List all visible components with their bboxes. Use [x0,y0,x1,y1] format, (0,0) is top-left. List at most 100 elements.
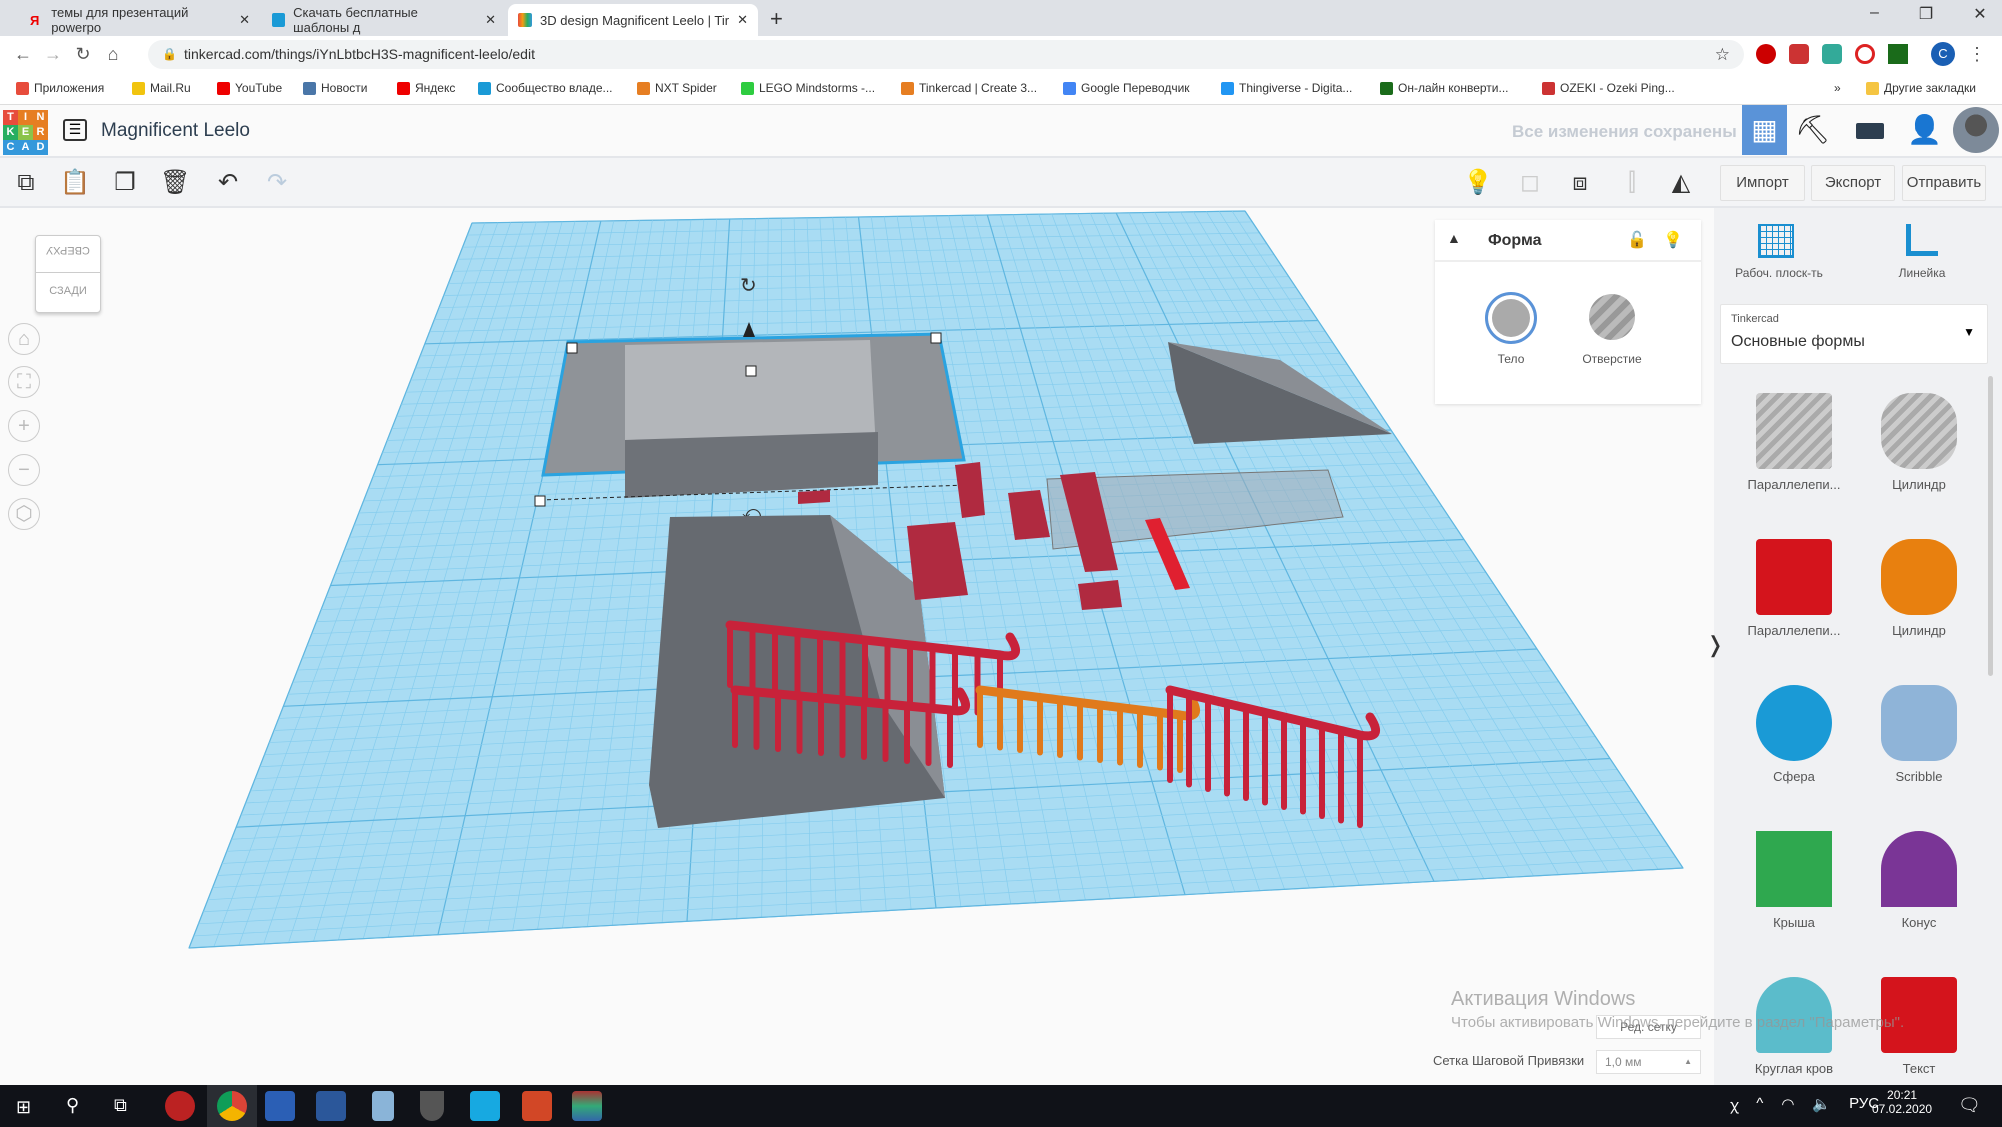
task-view-icon[interactable]: ⧉ [114,1095,127,1116]
hole-option[interactable] [1589,294,1635,340]
home-view-button[interactable]: ⌂ [8,323,40,355]
profile-avatar[interactable]: C [1931,42,1955,66]
extension-icon[interactable] [1855,44,1875,64]
send-button[interactable]: Отправить [1902,165,1986,201]
lightbulb-icon[interactable]: 💡 [1463,168,1493,198]
clock[interactable]: 20:21 07.02.2020 [1872,1088,1932,1116]
library-dropdown[interactable]: Tinkercad Основные формы ▼ [1720,304,1988,364]
reload-icon[interactable]: ↻ [68,44,98,65]
adblock-icon[interactable] [1756,44,1776,64]
3d-view-button[interactable]: ▦ [1742,105,1787,155]
redo-icon[interactable]: ↷ [262,168,292,198]
shape-item[interactable]: Сфера [1734,685,1854,784]
word-icon[interactable] [316,1091,346,1121]
extension-icon[interactable] [1789,44,1809,64]
save-app-icon[interactable] [265,1091,295,1121]
bricks-icon[interactable] [1856,123,1884,139]
bookmark-item[interactable]: LEGO Mindstorms -... [741,81,875,95]
volume-icon[interactable]: 🔈 [1812,1095,1831,1115]
lock-icon[interactable]: 🔓 [1627,230,1647,250]
invite-user-icon[interactable]: 👤 [1907,113,1942,146]
world-of-tanks-icon[interactable] [420,1091,444,1121]
minimize-button[interactable]: – [1870,4,1879,24]
scrollbar[interactable] [1988,376,1993,676]
forward-icon[interactable]: → [38,44,68,65]
bookmark-item[interactable]: Tinkercad | Create 3... [901,81,1037,95]
extension-icon[interactable] [1888,44,1908,64]
ruler-icon[interactable] [1906,224,1938,256]
duplicate-icon[interactable]: ❐ [110,168,140,198]
lightbulb-icon[interactable]: 💡 [1663,230,1683,250]
extension-icon[interactable] [1822,44,1842,64]
workplane-icon[interactable] [1758,224,1794,258]
resize-handle[interactable] [745,365,757,377]
collapse-icon[interactable]: ▲ [1447,230,1461,246]
url-field[interactable]: 🔒 tinkercad.com/things/iYnLbtbcH3S-magnif… [148,40,1744,69]
bookmark-item[interactable]: Thingiverse - Digita... [1221,81,1352,95]
bookmark-item[interactable]: Google Переводчик [1063,81,1190,95]
powerpoint-icon[interactable] [522,1091,552,1121]
shape-item[interactable]: Параллелепи... [1734,539,1854,638]
notifications-icon[interactable]: 🗨 [1958,1095,1981,1116]
home-icon[interactable]: ⌂ [98,44,128,65]
maximize-button[interactable]: ❐ [1919,4,1933,24]
export-button[interactable]: Экспорт [1811,165,1895,201]
mirror-icon[interactable]: ◭ [1666,168,1696,198]
zoom-in-button[interactable]: + [8,410,40,442]
bookmark-item[interactable]: Яндекс [397,81,455,95]
resize-handle[interactable] [930,332,942,344]
menu-icon[interactable]: ⋮ [1968,44,1986,66]
perspective-button[interactable]: ⬡ [8,498,40,530]
tray-arrow-icon[interactable]: ^ [1756,1095,1763,1115]
import-button[interactable]: Импорт [1720,165,1805,201]
shape-item[interactable]: Крыша [1734,831,1854,930]
fit-view-button[interactable]: ⛶ [8,366,40,398]
search-icon[interactable]: ⚲ [66,1095,79,1116]
view-cube[interactable]: СВЕРХУ СЗАДИ [35,235,101,313]
expand-panel-icon[interactable]: ❭ [1706,632,1724,658]
design-title[interactable]: Magnificent Leelo [101,120,250,142]
back-icon[interactable]: ← [8,44,38,65]
app-icon[interactable] [165,1091,195,1121]
shape-item[interactable]: Цилиндр [1859,539,1979,638]
people-icon[interactable]: ꭓ [1730,1095,1738,1115]
user-avatar[interactable] [1953,107,1999,153]
solid-option[interactable] [1485,292,1537,344]
zoom-out-button[interactable]: − [8,454,40,486]
snap-grid-select[interactable]: 1,0 мм ▲ [1596,1050,1701,1074]
copy-icon[interactable]: ⧉ [11,168,41,198]
tab-2[interactable]: 3D design Magnificent Leelo | Tir ✕ [508,4,758,36]
tinkercad-logo[interactable]: TINKERCAD [3,110,48,155]
bookmark-item[interactable]: Сообщество владе... [478,81,613,95]
align-icon[interactable]: ⫿ [1617,168,1647,198]
winrar-icon[interactable] [572,1091,602,1121]
shape-item[interactable]: Цилиндр [1859,393,1979,492]
bookmark-item[interactable]: OZEKI - Ozeki Ping... [1542,81,1675,95]
bookmark-item[interactable]: Новости [303,81,367,95]
star-icon[interactable]: ☆ [1715,40,1730,69]
tab-0[interactable]: Ятемы для презентаций powerpo ✕ [20,4,260,36]
group-icon[interactable]: ◻ [1515,168,1545,198]
windows-start-icon[interactable]: ⊞ [16,1097,31,1118]
close-window-button[interactable]: ✕ [1973,4,1986,24]
close-tab-icon[interactable]: ✕ [737,12,748,28]
close-tab-icon[interactable]: ✕ [239,12,250,28]
shape-item[interactable]: Параллелепи... [1734,393,1854,492]
bookmark-item[interactable]: Он-лайн конверти... [1380,81,1509,95]
bookmark-item[interactable]: Mail.Ru [132,81,191,95]
shape-item[interactable]: Scribble [1859,685,1979,784]
wifi-icon[interactable]: ◠ [1781,1095,1794,1115]
calculator-icon[interactable] [372,1091,394,1121]
cura-icon[interactable] [470,1091,500,1121]
resize-handle[interactable] [534,495,546,507]
paste-icon[interactable]: 📋 [60,168,90,198]
chrome-icon[interactable] [217,1091,247,1121]
bookmark-item[interactable]: YouTube [217,81,282,95]
design-list-icon[interactable]: ☰ [63,119,87,141]
bookmark-item[interactable]: NXT Spider [637,81,717,95]
delete-icon[interactable]: 🗑 [160,168,190,198]
more-bookmarks-icon[interactable]: » [1834,81,1841,95]
resize-handle[interactable] [566,342,578,354]
ungroup-icon[interactable]: ⧈ [1565,168,1595,198]
shape-item[interactable]: Конус [1859,831,1979,930]
